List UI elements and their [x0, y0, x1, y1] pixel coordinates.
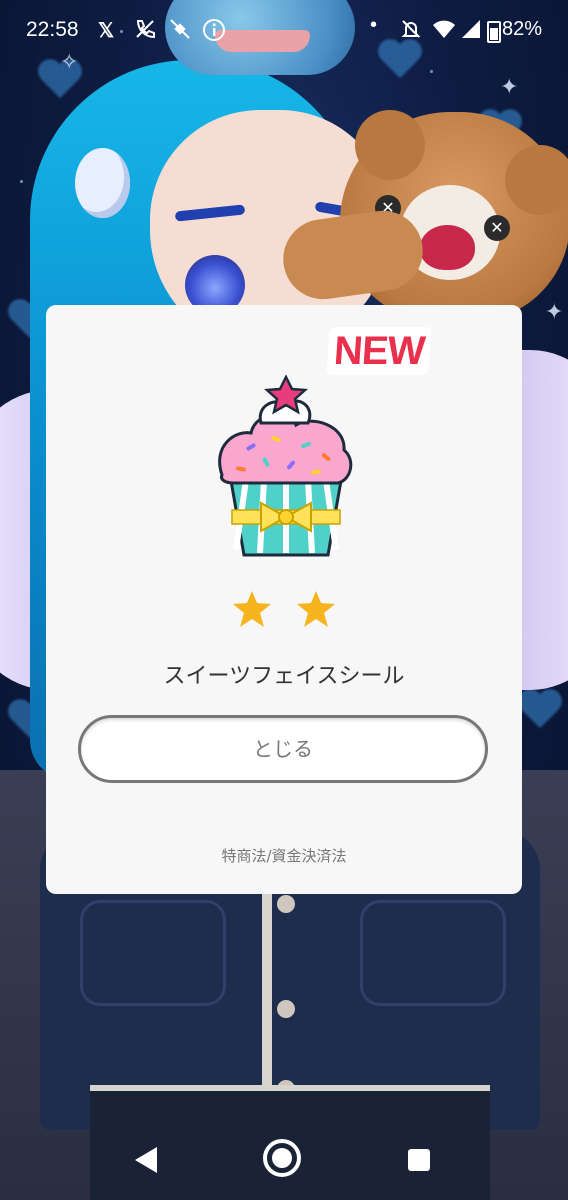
clock: 22:58	[26, 18, 79, 41]
item-name: スイーツフェイスシール	[163, 664, 405, 689]
status-bar: 22:58 𝕏 • 82%	[0, 0, 568, 62]
recents-icon[interactable]	[408, 1149, 430, 1171]
wifi-calling-icon	[134, 18, 156, 46]
close-button[interactable]: とじる	[78, 715, 488, 783]
star-icon	[296, 590, 336, 632]
rarity-stars	[46, 590, 522, 632]
legal-notice-link[interactable]: 特商法/資金決済法	[46, 845, 522, 866]
wifi-icon	[432, 18, 456, 46]
star-icon	[232, 590, 272, 632]
x-logo-icon: 𝕏	[98, 20, 115, 42]
cupcake-icon	[216, 374, 356, 565]
back-icon[interactable]	[135, 1147, 157, 1173]
home-icon[interactable]	[263, 1139, 301, 1177]
dot-icon: •	[370, 14, 378, 36]
satellite-off-icon	[169, 18, 191, 46]
do-not-disturb-icon	[400, 18, 422, 46]
new-badge: NEW	[326, 327, 433, 375]
item-acquired-dialog: NEW スイーツフェイスシール とじる 特商法/資金決済法	[46, 305, 522, 894]
signal-icon	[460, 18, 482, 46]
info-icon	[202, 18, 226, 48]
battery-icon	[487, 21, 501, 43]
battery-percent: 82%	[502, 18, 543, 40]
navigation-bar	[0, 1125, 568, 1200]
